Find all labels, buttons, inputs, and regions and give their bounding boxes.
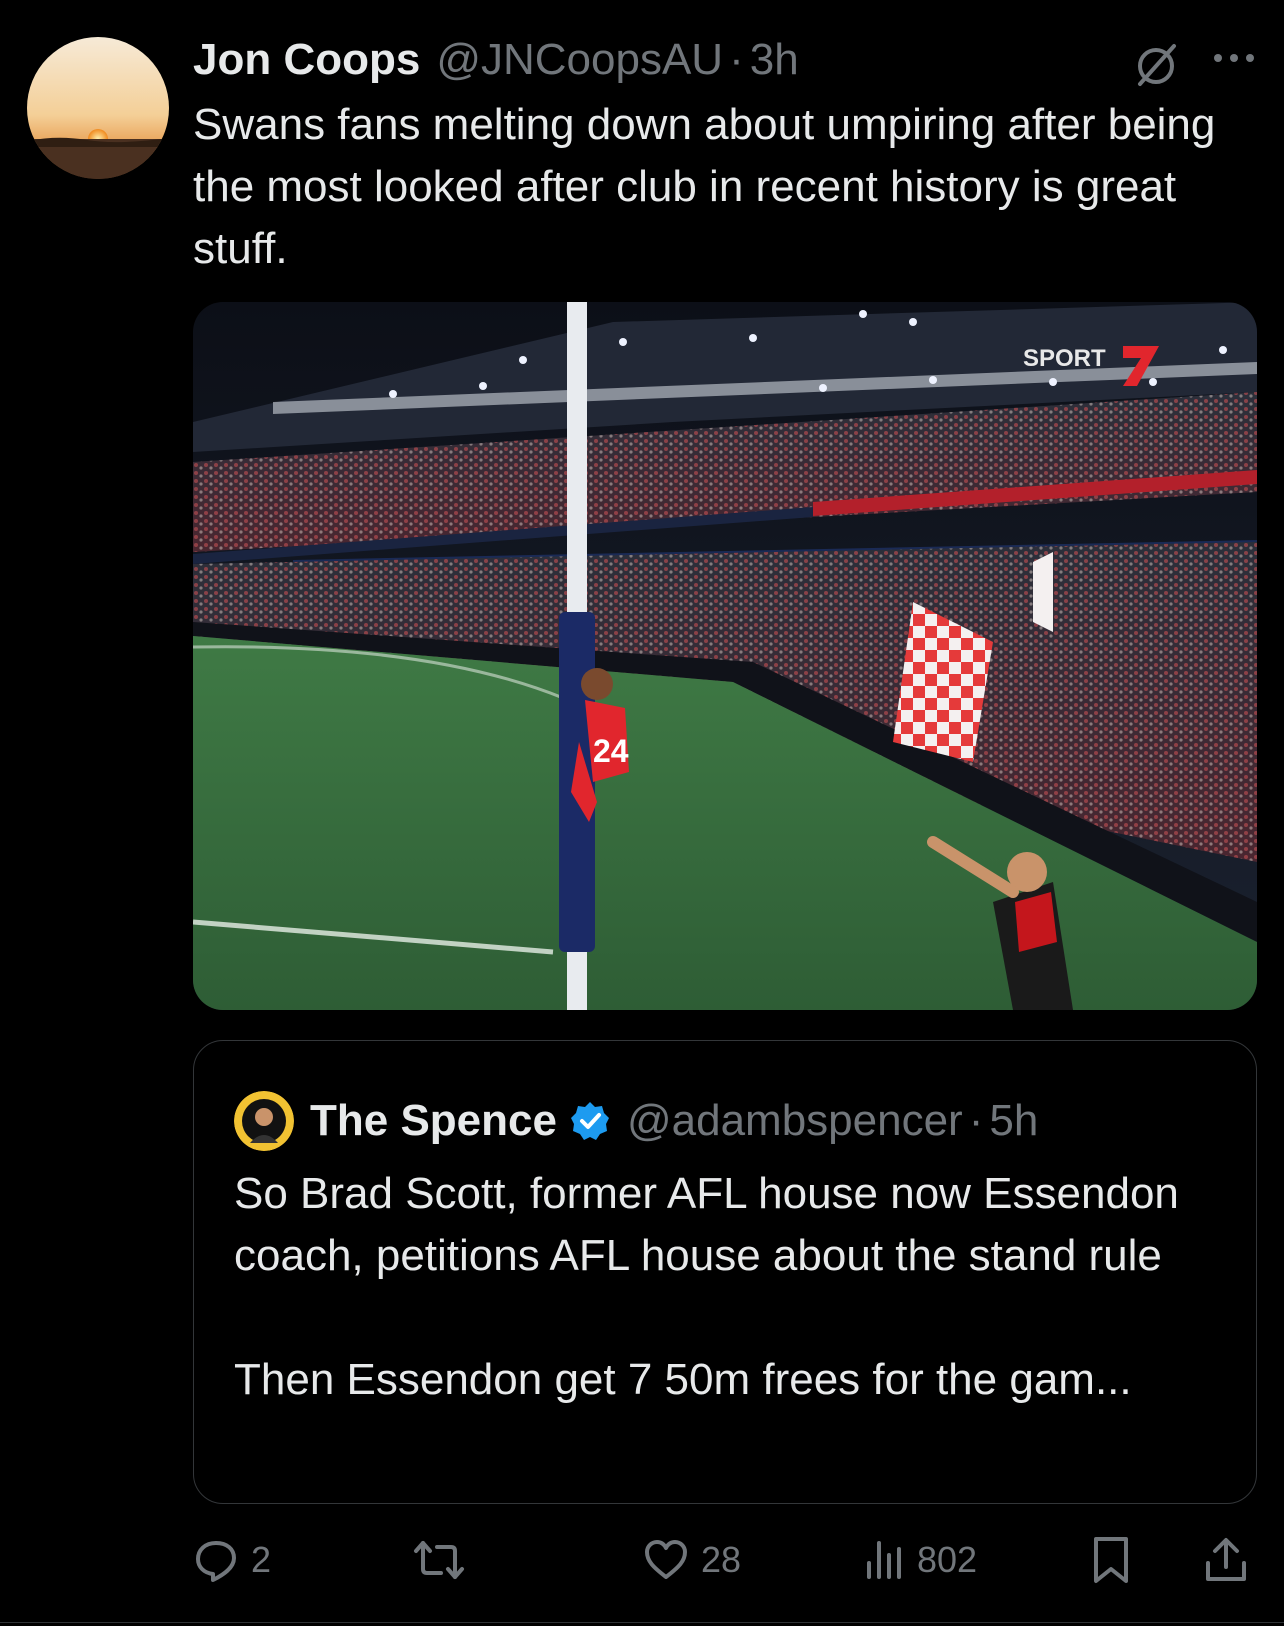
retweet-button[interactable] bbox=[413, 1530, 477, 1590]
share-icon bbox=[1206, 1538, 1246, 1581]
quoted-tweet-text: So Brad Scott, former AFL house now Esse… bbox=[234, 1169, 1179, 1404]
tweet-media-image[interactable]: SPORT 24 bbox=[193, 302, 1257, 1010]
tweet[interactable]: Jon Coops @JNCoopsAU · 3h Swans fans mel… bbox=[0, 0, 1284, 1626]
tweet-text: Swans fans melting down about umpiring a… bbox=[193, 100, 1216, 273]
views-button[interactable]: 802 bbox=[865, 1530, 977, 1590]
action-bar: 2 28 802 bbox=[193, 1530, 1263, 1590]
quoted-tweet[interactable]: The Spence @adambspencer · 5h So Brad Sc… bbox=[193, 1040, 1257, 1504]
quoted-tweet-header: The Spence @adambspencer · 5h bbox=[310, 1089, 1038, 1153]
bookmark-button[interactable] bbox=[1091, 1530, 1131, 1590]
tweet-header: Jon Coops @JNCoopsAU · 3h bbox=[193, 28, 799, 92]
verified-badge-icon bbox=[569, 1100, 611, 1142]
author-handle[interactable]: @JNCoopsAU bbox=[436, 35, 723, 85]
author-avatar[interactable] bbox=[27, 37, 169, 179]
views-count: 802 bbox=[917, 1539, 978, 1580]
like-count: 28 bbox=[701, 1539, 742, 1580]
tweet-time[interactable]: 3h bbox=[750, 35, 799, 85]
like-button[interactable]: 28 bbox=[643, 1530, 741, 1590]
reply-icon bbox=[196, 1541, 236, 1582]
quoted-author-avatar[interactable] bbox=[234, 1091, 294, 1151]
views-icon bbox=[867, 1541, 901, 1579]
more-icon[interactable] bbox=[1206, 42, 1266, 82]
retweet-icon bbox=[414, 1541, 464, 1579]
quoted-separator-dot: · bbox=[968, 1096, 984, 1145]
separator-dot: · bbox=[729, 35, 744, 84]
svg-text:SPORT: SPORT bbox=[1023, 345, 1106, 372]
bookmark-icon bbox=[1094, 1537, 1128, 1583]
player-number: 24 bbox=[593, 733, 629, 769]
grok-icon[interactable] bbox=[1128, 36, 1184, 92]
share-button[interactable] bbox=[1203, 1530, 1249, 1590]
quoted-author-handle[interactable]: @adambspencer bbox=[627, 1096, 963, 1146]
author-name[interactable]: Jon Coops bbox=[193, 35, 420, 85]
like-icon bbox=[645, 1540, 687, 1579]
divider bbox=[0, 1622, 1284, 1623]
quoted-author-name[interactable]: The Spence bbox=[310, 1096, 557, 1146]
quoted-tweet-time[interactable]: 5h bbox=[989, 1096, 1038, 1146]
reply-button[interactable]: 2 bbox=[193, 1530, 271, 1590]
reply-count: 2 bbox=[251, 1539, 272, 1580]
